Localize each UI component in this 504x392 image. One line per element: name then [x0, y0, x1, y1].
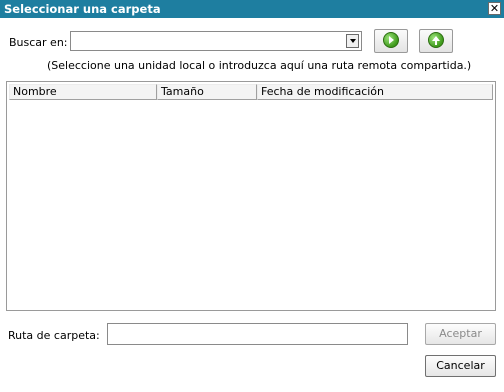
close-icon: ✕: [489, 2, 500, 15]
folder-path-input[interactable]: [107, 323, 408, 345]
column-header-size[interactable]: Tamaño: [157, 84, 257, 100]
close-button[interactable]: ✕: [488, 2, 501, 15]
column-header-name[interactable]: Nombre: [9, 84, 157, 100]
folder-path-label: Ruta de carpeta:: [8, 329, 100, 342]
window-title: Seleccionar una carpeta: [4, 2, 161, 16]
up-folder-button[interactable]: [419, 29, 453, 53]
file-list[interactable]: Nombre Tamaño Fecha de modificación: [6, 81, 496, 311]
column-header-modified[interactable]: Fecha de modificación: [257, 84, 493, 100]
go-arrow-icon: [383, 32, 399, 48]
go-button[interactable]: [374, 29, 408, 53]
up-arrow-icon: [428, 32, 444, 48]
title-bar: Seleccionar una carpeta ✕: [0, 0, 504, 18]
cancel-button[interactable]: Cancelar: [425, 355, 496, 377]
dropdown-arrow-icon[interactable]: [346, 34, 359, 48]
accept-button[interactable]: Aceptar: [425, 323, 496, 345]
look-in-hint: (Seleccione una unidad local o introduzc…: [47, 59, 472, 72]
look-in-combobox[interactable]: [70, 31, 362, 51]
look-in-label: Buscar en:: [9, 36, 68, 49]
